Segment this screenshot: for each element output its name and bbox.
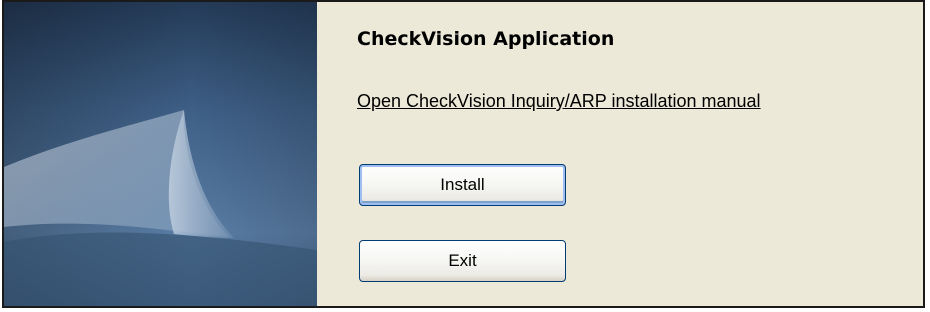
manual-link[interactable]: Open CheckVision Inquiry/ARP installatio… xyxy=(357,91,761,112)
install-button[interactable]: Install xyxy=(359,164,566,206)
banner-artwork xyxy=(4,2,317,306)
content-area: CheckVision Application Open CheckVision… xyxy=(317,2,923,306)
installer-window: CheckVision Application Open CheckVision… xyxy=(2,0,925,308)
side-banner-image xyxy=(4,2,317,306)
app-title: CheckVision Application xyxy=(357,28,615,50)
exit-button[interactable]: Exit xyxy=(359,240,566,282)
